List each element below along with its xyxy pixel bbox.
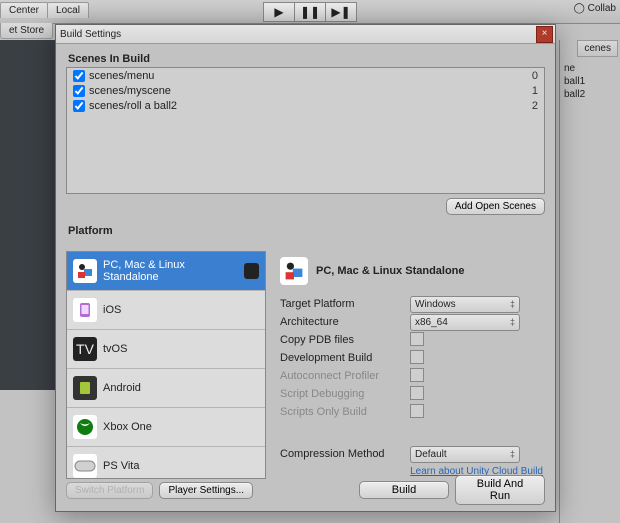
prop-scripts-only: Scripts Only Build — [280, 403, 543, 421]
scene-row[interactable]: scenes/menu 0 — [67, 68, 544, 83]
scene-path: scenes/myscene — [89, 85, 171, 97]
pause-button[interactable]: ❚❚ — [295, 2, 326, 22]
scenes-in-build-list: scenes/menu 0 scenes/myscene 1 scenes/ro… — [66, 67, 545, 194]
playback-controls: ▶ ❚❚ ▶❚ — [263, 2, 357, 22]
prop-architecture: Architecture x86_64 ‡ — [280, 313, 543, 331]
asset-store-tab[interactable]: et Store — [0, 23, 53, 39]
scene-checkbox[interactable] — [73, 85, 85, 97]
prop-copy-pdb: Copy PDB files — [280, 331, 543, 349]
prop-label: Development Build — [280, 352, 410, 364]
script-debug-checkbox — [410, 386, 424, 400]
prop-label: Autoconnect Profiler — [280, 370, 410, 382]
build-button[interactable]: Build — [359, 481, 449, 499]
prop-label: Script Debugging — [280, 388, 410, 400]
prop-label: Architecture — [280, 316, 410, 328]
prop-label: Copy PDB files — [280, 334, 410, 346]
platform-item-tvos[interactable]: TV tvOS — [67, 330, 265, 369]
scripts-only-checkbox — [410, 404, 424, 418]
copy-pdb-checkbox[interactable] — [410, 332, 424, 346]
scene-row[interactable]: scenes/myscene 1 — [67, 83, 544, 98]
platform-label: PS Vita — [103, 460, 140, 472]
close-icon[interactable]: × — [536, 26, 553, 43]
scene-index: 2 — [532, 100, 538, 112]
chevron-updown-icon: ‡ — [510, 299, 515, 309]
chevron-updown-icon: ‡ — [510, 449, 515, 459]
architecture-popup[interactable]: x86_64 ‡ — [410, 314, 520, 331]
autoconnect-checkbox — [410, 368, 424, 382]
switch-platform-button: Switch Platform — [66, 482, 153, 499]
scenes-tab[interactable]: cenes — [577, 40, 618, 57]
platform-label: tvOS — [103, 343, 127, 355]
scenes-in-build-header: Scenes In Build — [66, 49, 545, 67]
platform-list[interactable]: PC, Mac & Linux Standalone iOS TV tvOS — [66, 251, 266, 479]
ios-icon — [73, 298, 97, 322]
platform-label: PC, Mac & Linux Standalone — [103, 259, 238, 283]
build-settings-dialog: Build Settings × Scenes In Build scenes/… — [55, 24, 556, 512]
scene-index: 1 — [532, 85, 538, 97]
unity-badge-icon — [244, 263, 259, 279]
target-platform-popup[interactable]: Windows ‡ — [410, 296, 520, 313]
scene-item[interactable]: ball2 — [560, 88, 620, 101]
scene-path: scenes/menu — [89, 70, 154, 82]
toolbar-tab-local[interactable]: Local — [47, 2, 89, 18]
chevron-updown-icon: ‡ — [510, 317, 515, 327]
prop-autoconnect: Autoconnect Profiler — [280, 367, 543, 385]
toolbar-left-tabs: Center Local — [0, 2, 88, 18]
prop-label: Compression Method — [280, 448, 410, 460]
platform-label: Android — [103, 382, 141, 394]
prop-label: Scripts Only Build — [280, 406, 410, 418]
xbox-icon — [73, 415, 97, 439]
standalone-icon — [280, 257, 308, 285]
platform-item-xbox[interactable]: Xbox One — [67, 408, 265, 447]
platform-details: PC, Mac & Linux Standalone Target Platfo… — [278, 251, 545, 479]
android-icon — [73, 376, 97, 400]
step-button[interactable]: ▶❚ — [326, 2, 357, 22]
prop-label: Target Platform — [280, 298, 410, 310]
player-settings-button[interactable]: Player Settings... — [159, 482, 253, 499]
scene-row[interactable]: scenes/roll a ball2 2 — [67, 98, 544, 113]
project-panel: cenes ne ball1 ball2 — [559, 40, 620, 523]
prop-compression: Compression Method Default ‡ — [280, 445, 543, 463]
scene-checkbox[interactable] — [73, 70, 85, 82]
platform-label: iOS — [103, 304, 121, 316]
dialog-bottom-bar: Switch Platform Player Settings... Build… — [66, 475, 545, 505]
scene-path: scenes/roll a ball2 — [89, 100, 177, 112]
scene-checkbox[interactable] — [73, 100, 85, 112]
dialog-title: Build Settings — [60, 29, 121, 40]
scene-index: 0 — [532, 70, 538, 82]
main-toolbar: Center Local ▶ ❚❚ ▶❚ ◯ Collab — [0, 0, 620, 24]
platform-header: Platform — [66, 221, 545, 239]
details-title: PC, Mac & Linux Standalone — [316, 265, 465, 277]
dialog-titlebar[interactable]: Build Settings × — [56, 25, 555, 44]
add-open-scenes-button[interactable]: Add Open Scenes — [446, 198, 545, 215]
play-button[interactable]: ▶ — [263, 2, 295, 22]
build-and-run-button[interactable]: Build And Run — [455, 475, 545, 505]
platform-item-standalone[interactable]: PC, Mac & Linux Standalone — [67, 252, 265, 291]
platform-label: Xbox One — [103, 421, 152, 433]
collab-button[interactable]: ◯ Collab — [574, 3, 616, 14]
prop-target-platform: Target Platform Windows ‡ — [280, 295, 543, 313]
scene-item[interactable]: ne — [560, 62, 620, 75]
details-header: PC, Mac & Linux Standalone — [280, 251, 543, 295]
scene-item[interactable]: ball1 — [560, 75, 620, 88]
tvos-icon: TV — [73, 337, 97, 361]
platform-item-ios[interactable]: iOS — [67, 291, 265, 330]
platform-item-android[interactable]: Android — [67, 369, 265, 408]
prop-dev-build: Development Build — [280, 349, 543, 367]
compression-popup[interactable]: Default ‡ — [410, 446, 520, 463]
prop-script-debug: Script Debugging — [280, 385, 543, 403]
dialog-body: Scenes In Build scenes/menu 0 scenes/mys… — [56, 43, 555, 511]
standalone-icon — [73, 259, 97, 283]
dev-build-checkbox[interactable] — [410, 350, 424, 364]
toolbar-tab-center[interactable]: Center — [0, 2, 48, 18]
toolbar-right: ◯ Collab — [574, 3, 616, 14]
